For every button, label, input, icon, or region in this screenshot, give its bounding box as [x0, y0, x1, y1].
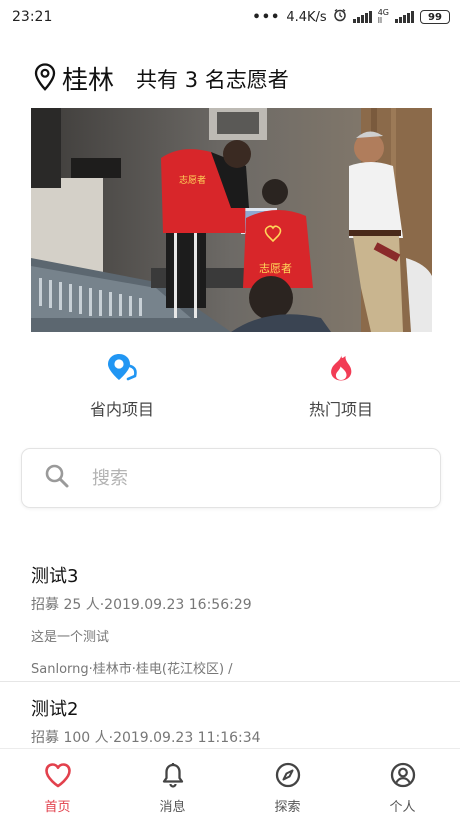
tab-profile[interactable]: 个人 — [345, 749, 460, 820]
search-bar[interactable] — [21, 448, 441, 508]
vest-text: 志愿者 — [179, 174, 206, 186]
tab-home[interactable]: 首页 — [0, 749, 115, 820]
compass-icon — [275, 762, 301, 792]
volunteer-count: 共有 3 名志愿者 — [136, 67, 289, 92]
status-indicators: ••• 4.4K/s 4G ll 99 — [252, 8, 450, 26]
search-input[interactable] — [92, 467, 392, 489]
more-dots-icon: ••• — [252, 9, 281, 25]
project-meta: 招募 100 人·2019.09.23 11:16:34 — [31, 730, 261, 746]
tab-label: 消息 — [159, 800, 186, 815]
project-description: 这是一个测试 — [31, 630, 110, 645]
category-label: 省内项目 — [89, 400, 154, 419]
alarm-icon — [333, 8, 347, 26]
signal-icon-2 — [395, 11, 414, 23]
heart-icon — [44, 762, 72, 792]
battery-icon: 99 — [420, 10, 450, 24]
project-address: Sanlorng·桂林市·桂电(花江校区) / — [31, 662, 233, 677]
flame-icon — [271, 350, 411, 384]
tab-messages[interactable]: 消息 — [115, 749, 230, 820]
project-list-item[interactable]: 测试3 招募 25 人·2019.09.23 16:56:29 这是一个测试 S… — [0, 562, 460, 682]
tab-label: 探索 — [274, 800, 301, 815]
status-bar: 23:21 ••• 4.4K/s 4G ll 99 — [0, 0, 460, 34]
city-name[interactable]: 桂林 — [62, 60, 114, 97]
category-hot-projects[interactable]: 热门项目 — [271, 350, 411, 420]
bell-icon — [161, 762, 185, 792]
category-provincial-projects[interactable]: 省内项目 — [52, 350, 192, 420]
map-pin-icon — [52, 350, 192, 384]
user-icon — [390, 762, 416, 792]
project-title: 测试3 — [31, 566, 79, 587]
signal-icon — [352, 11, 372, 23]
network-speed: 4.4K/s — [286, 9, 327, 25]
location-pin-icon[interactable] — [34, 62, 56, 95]
search-icon — [44, 463, 70, 493]
banner-image[interactable]: 志愿者 志愿者 — [31, 108, 432, 332]
tab-explore[interactable]: 探索 — [230, 749, 345, 820]
tab-label: 个人 — [389, 800, 416, 815]
project-meta: 招募 25 人·2019.09.23 16:56:29 — [31, 597, 252, 613]
network-type: 4G ll — [377, 8, 389, 25]
bottom-tab-bar: 首页 消息 探索 个人 — [0, 748, 460, 820]
tab-label: 首页 — [44, 800, 71, 815]
category-label: 热门项目 — [308, 400, 373, 419]
location-header: 桂林 共有 3 名志愿者 — [34, 60, 289, 97]
vest-text-2: 志愿者 — [259, 262, 292, 275]
project-title: 测试2 — [31, 699, 79, 720]
clock: 23:21 — [12, 9, 53, 25]
project-list-item[interactable]: 测试2 招募 100 人·2019.09.23 11:16:34 — [0, 695, 460, 755]
